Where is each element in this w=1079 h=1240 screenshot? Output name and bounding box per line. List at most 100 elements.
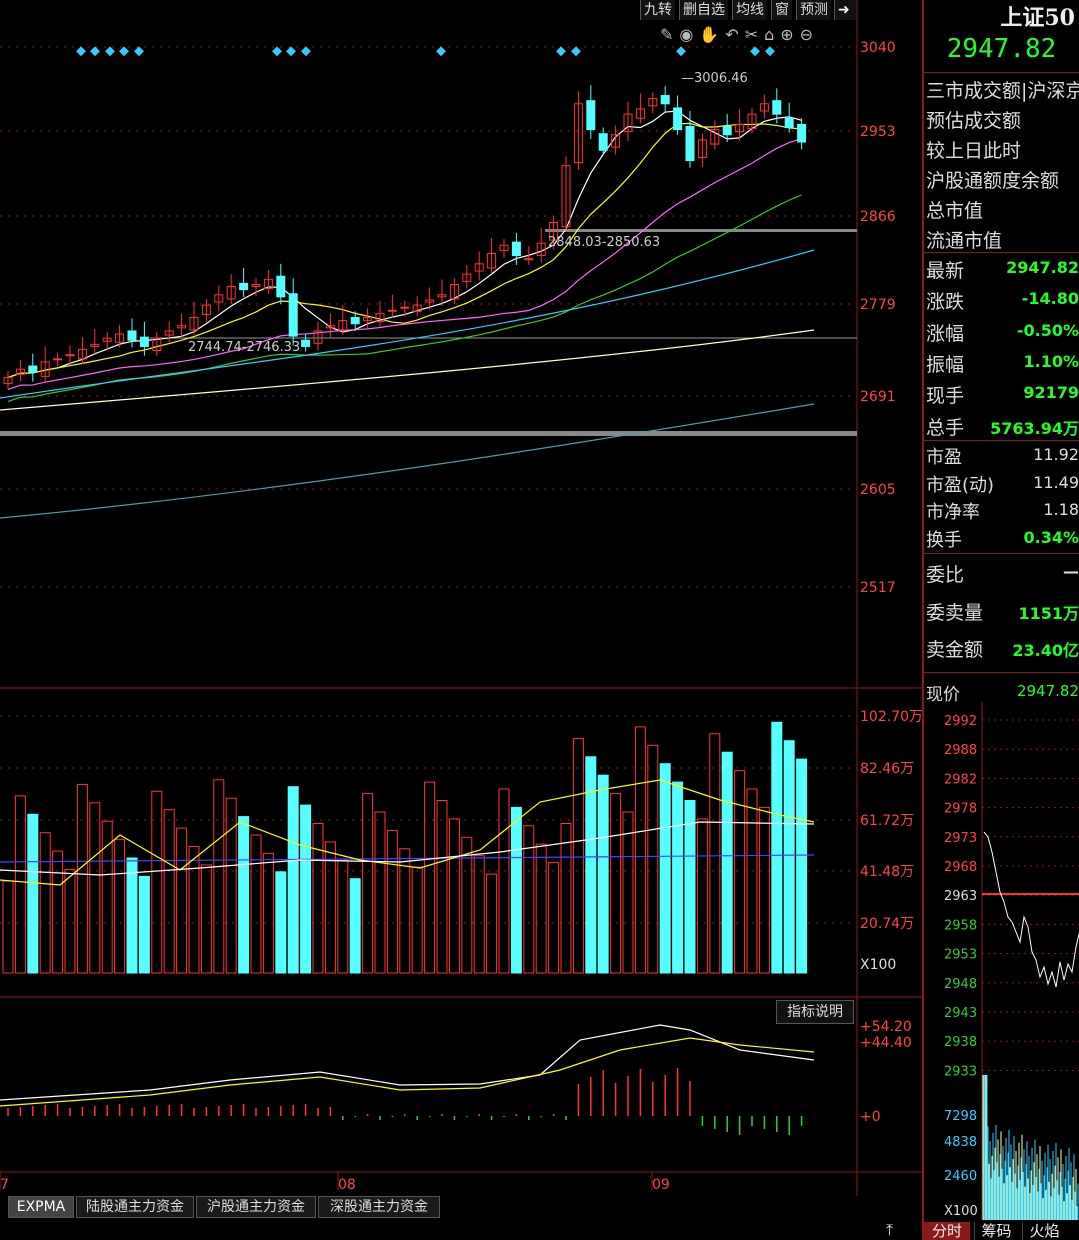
volume-bar (287, 786, 299, 974)
tab-shengutong[interactable]: 深股通主力资金 (318, 1196, 440, 1218)
mini-price-tick: 2948 (944, 977, 977, 992)
volume-bar (138, 875, 150, 974)
signal-diamond (272, 46, 282, 57)
arrow-right-icon[interactable]: ➜ (834, 0, 856, 20)
tab-chouma[interactable]: 筹码 (974, 1222, 1018, 1240)
zoom-out-icon[interactable]: ⊖ (800, 25, 819, 44)
volume-bar (672, 781, 684, 974)
volume-bar (39, 832, 51, 974)
gap-label: 2848.03-2850.63 (548, 235, 660, 250)
lock-icon[interactable]: ⌂ (764, 25, 780, 44)
info-row: 较上日此时 (926, 140, 1022, 162)
delete-favorite-button[interactable]: 删自选 (679, 0, 728, 20)
price-tick: 3040 (860, 40, 896, 56)
quote-value: 11.92 (1033, 445, 1079, 464)
volume-bar (436, 800, 448, 974)
volume-bar (225, 797, 237, 974)
tab-lugutong[interactable]: 陆股通主力资金 (76, 1196, 194, 1218)
volume-bar (349, 878, 361, 974)
gap-label: 2744.74-2746.33 (188, 340, 300, 355)
volume-bar (89, 802, 101, 974)
volume-bar (151, 790, 163, 974)
volume-bar (486, 873, 498, 974)
volume-bar (610, 793, 622, 974)
candle-body (53, 358, 63, 361)
candle-body (288, 293, 298, 337)
tab-fenshi[interactable]: 分时 (924, 1222, 970, 1240)
scissors-icon[interactable]: ✂ (745, 25, 764, 44)
volume-bar (399, 848, 411, 974)
zoom-in-icon[interactable]: ⊕ (780, 25, 799, 44)
volume-bar (758, 806, 770, 974)
volume-bar (709, 733, 721, 974)
high-label: —3006.46 (681, 71, 748, 86)
volume-bar (176, 827, 188, 974)
top-arrow-icon[interactable]: ⤒ (886, 1220, 893, 1240)
candle-body (685, 126, 695, 162)
quote-value: 11.49 (1033, 472, 1079, 492)
volume-bar (200, 864, 212, 974)
quote-value: 1.18 (1043, 500, 1079, 519)
jiuzhuan-button[interactable]: 九转 (640, 0, 675, 20)
undo-icon[interactable]: ↶ (725, 25, 744, 44)
quote-value: — (1063, 562, 1079, 581)
volume-bar (114, 839, 126, 974)
quote-value: 1.10% (1023, 351, 1079, 371)
expma-slow (0, 1037, 815, 1107)
quote-value: 0.34% (1023, 527, 1079, 547)
signal-diamond (90, 46, 100, 57)
volume-bar (473, 855, 485, 974)
price-tick: 2866 (860, 209, 896, 225)
quote-row: 市盈(动) 11.49 (926, 471, 1079, 497)
quote-label: 振幅 (926, 353, 965, 376)
quote-row: 最新 2947.82 (926, 256, 1079, 283)
ma-lines-button[interactable]: 均线 (732, 0, 767, 20)
quote-value: 5763.94万 (990, 418, 1079, 438)
candle-body (586, 100, 596, 131)
tab-hugutong[interactable]: 沪股通主力资金 (196, 1196, 316, 1218)
quote-row: 换手 0.34% (926, 526, 1079, 552)
signal-diamond (105, 46, 115, 57)
quote-label: 卖金额 (926, 639, 984, 661)
price-tick: 2779 (860, 297, 896, 313)
volume-bar (238, 816, 250, 974)
pen-icon[interactable]: ✎ (660, 25, 679, 44)
quote-label: 最新 (926, 260, 965, 282)
expma-fast (0, 1024, 815, 1101)
forecast-button[interactable]: 预测 (796, 0, 831, 20)
volume-bar (188, 846, 200, 974)
quote-row: 总手 5763.94万 (926, 413, 1079, 440)
gap-band (0, 431, 857, 436)
ma-line-20 (7, 137, 802, 390)
mini-price-tick: 2973 (944, 831, 977, 846)
intraday-mini-chart[interactable]: 2992 2988 2982 2978 2973 2968 2963 2958 2953 2948… (924, 702, 1079, 1220)
mini-price-tick: 2968 (944, 860, 977, 875)
volume-bar (771, 721, 783, 974)
signal-diamond (750, 46, 760, 57)
volume-bar (585, 756, 597, 974)
volume-bars (0, 721, 815, 974)
candle-body (511, 241, 521, 257)
volume-bar (424, 781, 436, 974)
quote-row: 委卖量 1151万 (926, 598, 1079, 625)
quote-row: 涨跌 -14.80 (926, 287, 1079, 314)
volume-bar (560, 823, 572, 974)
window-button[interactable]: 窗 (771, 0, 792, 20)
volume-bar (275, 871, 287, 974)
indicator-explain-button[interactable]: 指标说明 (776, 1000, 854, 1024)
volume-bar (300, 804, 312, 974)
price-tick: 2691 (860, 389, 896, 405)
volume-bar (76, 783, 88, 974)
eye-icon[interactable]: ◉ (679, 25, 699, 44)
hand-icon[interactable]: ✋ (699, 25, 725, 44)
volume-bar (783, 740, 795, 974)
mini-volume-tick: 7298 (944, 1109, 977, 1124)
quote-row: 振幅 1.10% (926, 350, 1079, 377)
volume-bar (64, 869, 76, 974)
quote-value: 92179 (1023, 383, 1079, 403)
tab-expma[interactable]: EXPMA (8, 1196, 74, 1218)
index-title: 上证50 (1000, 5, 1075, 31)
signal-diamond (571, 46, 581, 57)
quote-value: -14.80 (1021, 289, 1079, 309)
tab-huoyan[interactable]: 火焰 (1022, 1222, 1066, 1240)
